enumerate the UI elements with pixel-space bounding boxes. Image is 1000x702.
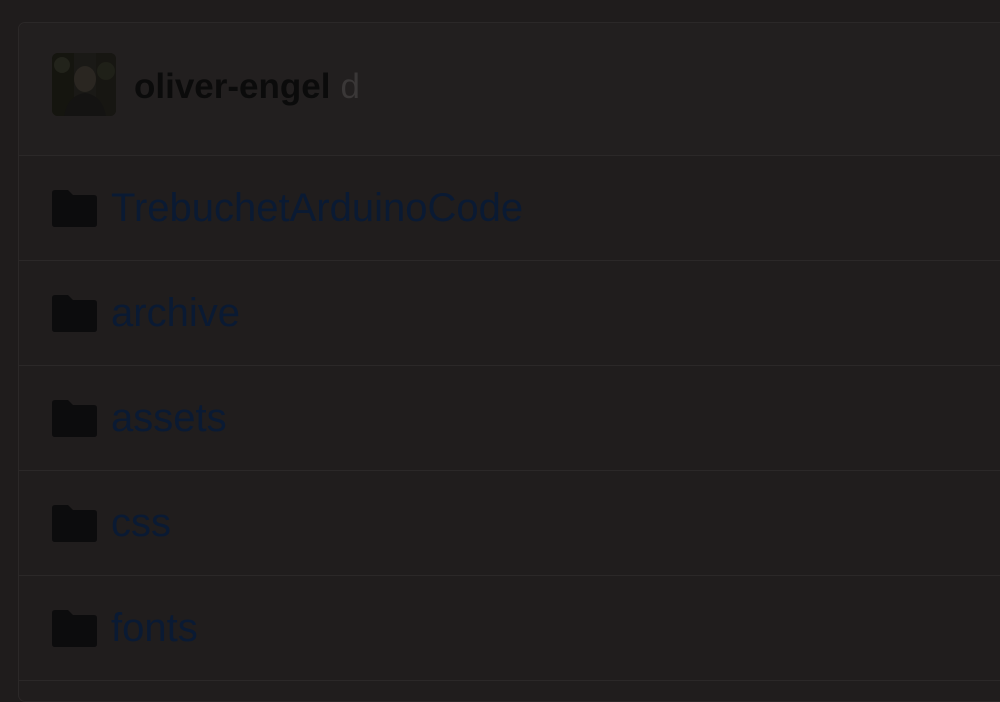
commit-line: oliver-engel d [134, 67, 360, 107]
folder-icon [52, 610, 97, 647]
file-row[interactable]: archive [19, 261, 1000, 366]
file-row[interactable]: css [19, 471, 1000, 576]
folder-icon [52, 505, 97, 542]
file-list-panel: oliver-engel d TrebuchetArduinoCode archi… [18, 22, 1000, 702]
file-row[interactable]: assets [19, 366, 1000, 471]
commit-message-link[interactable]: d [340, 67, 359, 106]
file-link[interactable]: css [111, 500, 171, 546]
folder-icon [52, 295, 97, 332]
avatar[interactable] [52, 53, 116, 116]
file-row[interactable]: fonts [19, 576, 1000, 681]
file-link[interactable]: assets [111, 395, 227, 441]
commit-author-link[interactable]: oliver-engel [134, 67, 330, 106]
folder-icon [52, 400, 97, 437]
file-link[interactable]: archive [111, 290, 240, 336]
folder-icon [52, 190, 97, 227]
file-link[interactable]: fonts [111, 605, 198, 651]
file-link[interactable]: TrebuchetArduinoCode [111, 185, 523, 231]
latest-commit-header: oliver-engel d [19, 23, 1000, 156]
avatar-image [52, 53, 116, 116]
file-row[interactable]: TrebuchetArduinoCode [19, 156, 1000, 261]
